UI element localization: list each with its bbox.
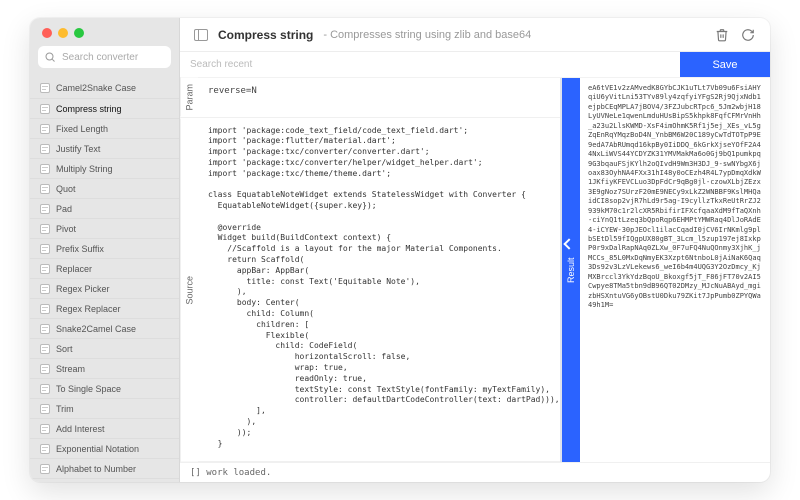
list-item-icon [40, 384, 50, 394]
minimize-window-button[interactable] [58, 28, 68, 38]
sidebar-item[interactable]: Snake2Camel Case [30, 318, 179, 338]
sidebar-item[interactable]: Stream [30, 358, 179, 378]
list-item-icon [40, 204, 50, 214]
sidebar-item-label: Camel2Snake Case [56, 83, 136, 93]
trash-icon[interactable] [714, 27, 730, 43]
save-button[interactable]: Save [680, 52, 770, 77]
param-label: Param [180, 78, 198, 117]
sidebar-item[interactable]: Regex Replacer [30, 298, 179, 318]
list-item-icon [40, 144, 50, 154]
list-item-icon [40, 464, 50, 474]
list-item-icon [40, 444, 50, 454]
list-item-icon [40, 364, 50, 374]
sidebar-item-label: Compress string [56, 104, 122, 114]
list-item-icon [40, 124, 50, 134]
main-area: Compress string - Compresses string usin… [180, 18, 770, 482]
list-item-icon [40, 104, 50, 114]
list-item-icon [40, 164, 50, 174]
sidebar-item-label: Add Interest [56, 424, 105, 434]
window-controls [30, 18, 179, 46]
param-panel: Param reverse=N [180, 78, 560, 118]
sidebar-item-label: Stream [56, 364, 85, 374]
sidebar: Camel2Snake Case Compress string Fixed Len… [30, 18, 180, 482]
sidebar-item-label: Pivot [56, 224, 76, 234]
sidebar-item[interactable]: Prefix Suffix [30, 238, 179, 258]
sidebar-item-label: Fixed Length [56, 124, 108, 134]
sidebar-item-label: Alphabet to Number [56, 464, 136, 474]
sidebar-item-label: Snake2Camel Case [56, 324, 136, 334]
list-item-icon [40, 244, 50, 254]
sidebar-item-label: Prefix Suffix [56, 244, 104, 254]
list-item-icon [40, 344, 50, 354]
sidebar-item-label: Justify Text [56, 144, 100, 154]
sidebar-item[interactable]: Sort [30, 338, 179, 358]
sidebar-item[interactable]: Pad [30, 198, 179, 218]
sidebar-item[interactable]: Quot [30, 178, 179, 198]
list-item-icon [40, 83, 50, 93]
status-text: [] work loaded. [190, 468, 271, 478]
sidebar-item[interactable]: Multiply String [30, 158, 179, 178]
search-recent-input[interactable] [180, 52, 680, 77]
zoom-window-button[interactable] [74, 28, 84, 38]
sidebar-item[interactable]: Trim [30, 398, 179, 418]
sidebar-item-label: Replacer [56, 264, 92, 274]
list-item-icon [40, 424, 50, 434]
result-label[interactable]: Result [562, 78, 580, 462]
status-bar: [] work loaded. [180, 462, 770, 482]
source-body[interactable]: import 'package:code_text_field/code_tex… [198, 118, 560, 461]
list-item-icon [40, 324, 50, 334]
page-title: Compress string [218, 28, 313, 42]
result-body[interactable]: eA6tVE1v2zAMvedK8GYbCJK1uTLt7Vb09u6FsiAH… [580, 78, 770, 462]
param-body[interactable]: reverse=N [198, 78, 560, 117]
list-item-icon [40, 184, 50, 194]
list-item-icon [40, 304, 50, 314]
list-item-icon [40, 224, 50, 234]
close-window-button[interactable] [42, 28, 52, 38]
sidebar-item-label: Regex Picker [56, 284, 110, 294]
sidebar-item[interactable]: Camel2Snake Case [30, 78, 179, 98]
header: Compress string - Compresses string usin… [180, 18, 770, 52]
sidebar-item[interactable]: Fixed Length [30, 118, 179, 138]
page-subtitle: - Compresses string using zlib and base6… [323, 29, 531, 41]
sidebar-item-label: To Single Space [56, 384, 121, 394]
sidebar-item-label: Pad [56, 204, 72, 214]
sidebar-item[interactable]: To Single Space [30, 378, 179, 398]
sidebar-item-label: Multiply String [56, 164, 113, 174]
sidebar-item[interactable]: Regex Picker [30, 278, 179, 298]
sidebar-item-label: Trim [56, 404, 74, 414]
sidebar-item[interactable]: Alphabet to Number [30, 458, 179, 478]
left-column: Param reverse=N Source import 'package:c… [180, 78, 562, 462]
search-input[interactable] [38, 46, 171, 68]
content-area: Param reverse=N Source import 'package:c… [180, 78, 770, 462]
list-item-icon [40, 284, 50, 294]
sidebar-item[interactable]: Pivot [30, 218, 179, 238]
right-column: Result eA6tVE1v2zAMvedK8GYbCJK1uTLt7Vb09… [562, 78, 770, 462]
sidebar-item[interactable]: Add Interest [30, 418, 179, 438]
sidebar-item[interactable]: Compress string [30, 98, 179, 118]
list-item-icon [40, 404, 50, 414]
source-panel: Source import 'package:code_text_field/c… [180, 118, 560, 462]
app-window: Camel2Snake Case Compress string Fixed Len… [30, 18, 770, 482]
sidebar-item[interactable]: Exponential Notation [30, 438, 179, 458]
panel-icon [194, 29, 208, 41]
sidebar-item[interactable]: Replacer [30, 258, 179, 278]
sidebar-item-label: Quot [56, 184, 76, 194]
sidebar-item[interactable]: Justify Text [30, 138, 179, 158]
sidebar-item-label: Regex Replacer [56, 304, 121, 314]
refresh-icon[interactable] [740, 27, 756, 43]
sidebar-item[interactable]: Regex Filter [30, 478, 179, 482]
sidebar-item-label: Sort [56, 344, 73, 354]
list-item-icon [40, 264, 50, 274]
sidebar-item-label: Exponential Notation [56, 444, 139, 454]
source-label: Source [180, 118, 198, 461]
converter-list: Camel2Snake Case Compress string Fixed Len… [30, 76, 179, 482]
toolbar: Save [180, 52, 770, 78]
